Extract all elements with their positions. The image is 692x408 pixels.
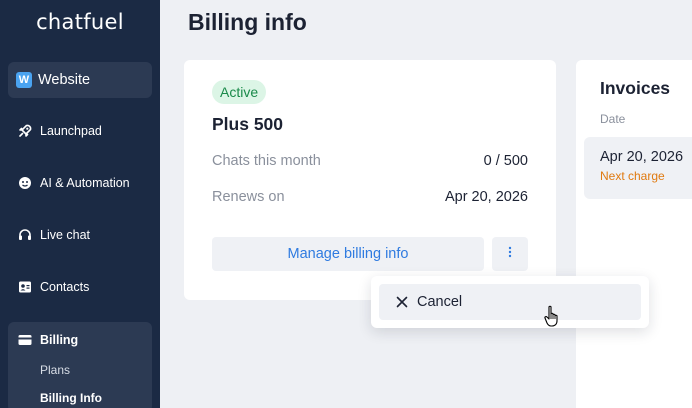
rocket-icon <box>16 122 34 140</box>
sidebar-item-label: AI & Automation <box>40 176 130 190</box>
sidebar-item-live-chat[interactable]: Live chat <box>8 221 152 249</box>
ai-face-icon <box>16 174 34 192</box>
hand-pointer-cursor-icon <box>543 305 561 327</box>
more-options-button[interactable] <box>492 237 528 271</box>
headset-icon <box>16 226 34 244</box>
chats-value: 0 / 500 <box>483 153 528 169</box>
renews-value: Apr 20, 2026 <box>444 189 528 205</box>
sidebar-item-label: Launchpad <box>40 124 102 138</box>
sidebar-item-billing[interactable]: Billing <box>8 326 78 354</box>
next-charge-label: Next charge <box>600 169 665 183</box>
sidebar-item-contacts[interactable]: Contacts <box>8 273 152 301</box>
workspace-switcher[interactable]: W Website <box>8 62 152 98</box>
chats-label: Chats this month <box>212 153 321 169</box>
manage-billing-button[interactable]: Manage billing info <box>212 237 484 271</box>
invoices-title: Invoices <box>600 78 671 98</box>
cancel-label: Cancel <box>417 294 463 310</box>
sidebar: chatfuel W Website Launchpad AI & Automa… <box>0 0 160 408</box>
plan-name: Plus 500 <box>212 114 284 134</box>
sidebar-group-billing: Billing Plans Billing Info <box>8 322 152 408</box>
invoice-date: Apr 20, 2026 <box>600 149 684 165</box>
sidebar-item-ai-automation[interactable]: AI & Automation <box>8 169 152 197</box>
page-title: Billing info <box>188 9 307 35</box>
sidebar-subitem-billing-info[interactable]: Billing Info <box>40 391 102 405</box>
invoices-date-header: Date <box>600 112 626 126</box>
contacts-icon <box>16 278 34 296</box>
sidebar-subitem-plans[interactable]: Plans <box>40 363 70 377</box>
app-logo[interactable]: chatfuel <box>0 10 160 34</box>
renews-label: Renews on <box>212 189 285 205</box>
sidebar-item-label: Live chat <box>40 228 91 242</box>
cancel-menu-item[interactable]: Cancel <box>379 284 641 320</box>
workspace-badge: W <box>16 72 32 88</box>
invoices-card: Invoices Date Apr 20, 2026 Next charge <box>576 60 692 408</box>
plan-card: Active Plus 500 Chats this month 0 / 500… <box>184 60 556 300</box>
credit-card-icon <box>16 331 34 349</box>
options-dropdown: Cancel <box>371 276 649 328</box>
kebab-menu-icon <box>508 245 512 263</box>
status-badge: Active <box>212 80 267 104</box>
sidebar-item-label: Contacts <box>40 280 90 294</box>
workspace-name: Website <box>38 72 91 88</box>
invoice-row: Apr 20, 2026 Next charge <box>584 137 692 199</box>
sidebar-item-launchpad[interactable]: Launchpad <box>8 117 152 145</box>
close-icon <box>395 295 409 309</box>
sidebar-item-label: Billing <box>40 333 79 347</box>
